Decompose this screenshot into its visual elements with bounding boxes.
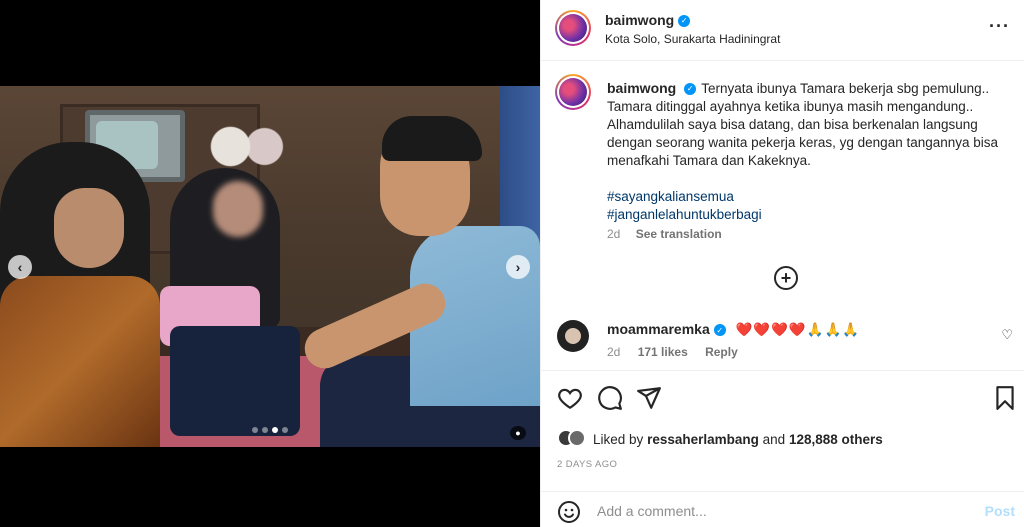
photo-girl-face-blurred [213, 181, 263, 237]
author-avatar[interactable] [555, 10, 591, 46]
post-location[interactable]: Kota Solo, Surakarta Hadiningrat [605, 32, 780, 46]
post-timestamp[interactable]: 2 DAYS AGO [557, 459, 617, 470]
photo-girl-pants [170, 326, 300, 436]
media-pane: ‹ › ● [0, 0, 540, 527]
carousel-prev-button[interactable]: ‹ [8, 255, 32, 279]
hashtag-link[interactable]: #sayangkaliansemua [607, 188, 1007, 206]
commenter-username[interactable]: moammaremka [607, 321, 710, 337]
photo-woman-face [54, 188, 124, 268]
carousel-dot [252, 427, 258, 433]
caption-author-avatar[interactable] [555, 74, 591, 110]
author-username[interactable]: baimwong [605, 12, 674, 28]
liked-by-and: and [762, 431, 786, 447]
commenter-avatar[interactable] [557, 320, 589, 352]
photo-toys [205, 124, 290, 169]
liked-by-avatars [557, 429, 587, 449]
post-side-panel: baimwong ✓ Kota Solo, Surakarta Hadiningr… [540, 0, 1024, 527]
carousel-dot [262, 427, 268, 433]
caption-meta: 2d See translation [607, 227, 722, 241]
add-comment-bar: Post [541, 491, 1024, 527]
post-header: baimwong ✓ Kota Solo, Surakarta Hadiningr… [541, 0, 1024, 61]
carousel-dot [282, 427, 288, 433]
carousel-indicator [252, 427, 288, 433]
plus-icon: + [780, 267, 792, 288]
verified-badge-icon: ✓ [713, 324, 726, 337]
carousel-next-button[interactable]: › [506, 255, 530, 279]
caption-age: 2d [607, 227, 621, 241]
photo-woman-skirt [0, 276, 160, 447]
verified-badge-icon: ✓ [684, 83, 697, 96]
chevron-right-icon: › [515, 259, 521, 275]
post-photo[interactable] [0, 86, 540, 447]
more-options-icon[interactable]: ··· [989, 16, 1010, 37]
photo-man-hair [382, 116, 482, 161]
liked-by-prefix: Liked by [593, 431, 644, 447]
user-tag-icon[interactable]: ● [510, 426, 526, 440]
like-heart-icon[interactable] [557, 385, 583, 411]
comment-bubble-icon[interactable] [597, 385, 623, 411]
liker-avatar [568, 429, 586, 447]
comment-body: ❤️❤️❤️❤️🙏🙏🙏 [735, 322, 861, 337]
post-actions: Liked by ressaherlambang and 128,888 oth… [541, 370, 1024, 526]
carousel-dot-active [272, 427, 278, 433]
load-more-comments-button[interactable]: + [774, 266, 798, 290]
comment-input[interactable] [597, 500, 957, 522]
liked-by-row: Liked by ressaherlambang and 128,888 oth… [557, 429, 883, 449]
comments-section: baimwong ✓ Ternyata ibunya Tamara bekerja … [541, 62, 1024, 370]
save-bookmark-icon[interactable] [992, 385, 1018, 411]
chevron-left-icon: ‹ [17, 259, 23, 275]
post-comment-button[interactable]: Post [985, 503, 1015, 519]
liked-by-count[interactable]: 128,888 others [789, 432, 883, 447]
comment-reply-button[interactable]: Reply [705, 345, 738, 359]
hashtag-link[interactable]: #janganlelahuntukberbagi [607, 206, 1007, 224]
emoji-icon[interactable] [557, 500, 581, 524]
verified-badge-icon: ✓ [678, 14, 691, 27]
comment-like-heart-icon[interactable]: ♡ [1001, 327, 1013, 343]
caption-text: baimwong ✓ Ternyata ibunya Tamara bekerja … [607, 79, 1007, 224]
share-send-icon[interactable] [636, 385, 662, 411]
comment-age: 2d [607, 345, 621, 359]
see-translation-button[interactable]: See translation [636, 227, 722, 241]
liked-by-user[interactable]: ressaherlambang [647, 432, 759, 447]
comment-likes[interactable]: 171 likes [638, 345, 688, 359]
caption-username[interactable]: baimwong [607, 80, 676, 96]
